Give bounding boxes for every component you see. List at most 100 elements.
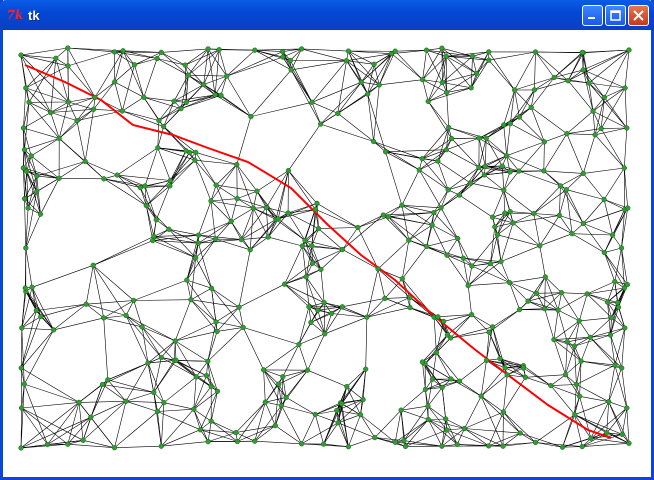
graph-node[interactable]: [272, 423, 278, 429]
graph-node[interactable]: [213, 319, 219, 325]
graph-node[interactable]: [468, 180, 474, 186]
graph-node[interactable]: [23, 85, 29, 91]
graph-node[interactable]: [498, 259, 504, 265]
graph-node[interactable]: [444, 252, 450, 258]
graph-node[interactable]: [20, 125, 27, 131]
graph-node[interactable]: [315, 226, 322, 232]
graph-node[interactable]: [622, 85, 628, 91]
graph-node[interactable]: [606, 399, 612, 405]
graph-node[interactable]: [517, 430, 523, 436]
maximize-button[interactable]: [605, 5, 626, 26]
graph-node[interactable]: [234, 438, 241, 445]
graph-node[interactable]: [501, 122, 507, 128]
graph-node[interactable]: [435, 158, 441, 164]
graph-node[interactable]: [123, 312, 129, 319]
graph-node[interactable]: [308, 319, 314, 326]
graph-node[interactable]: [500, 409, 507, 415]
graph-node[interactable]: [621, 165, 627, 171]
graph-node[interactable]: [482, 163, 488, 169]
graph-node[interactable]: [419, 156, 425, 162]
graph-node[interactable]: [309, 260, 316, 266]
graph-node[interactable]: [385, 214, 392, 220]
graph-node[interactable]: [358, 79, 364, 85]
graph-node[interactable]: [218, 92, 224, 98]
graph-node[interactable]: [429, 376, 436, 382]
graph-node[interactable]: [548, 383, 554, 389]
graph-node[interactable]: [478, 393, 484, 399]
graph-node[interactable]: [564, 131, 570, 137]
graph-node[interactable]: [376, 82, 382, 88]
graph-node[interactable]: [155, 145, 161, 151]
graph-node[interactable]: [565, 78, 571, 84]
graph-node[interactable]: [197, 427, 203, 433]
graph-node[interactable]: [18, 365, 24, 371]
graph-node[interactable]: [114, 172, 120, 178]
graph-node[interactable]: [431, 210, 437, 216]
graph-node[interactable]: [483, 357, 490, 364]
graph-node[interactable]: [619, 365, 625, 371]
graph-node[interactable]: [541, 139, 548, 145]
graph-node[interactable]: [407, 305, 413, 311]
graph-node[interactable]: [481, 172, 487, 178]
graph-node[interactable]: [82, 158, 88, 165]
graph-node[interactable]: [65, 441, 71, 447]
graph-node[interactable]: [438, 205, 444, 211]
graph-node[interactable]: [302, 237, 308, 244]
graph-node[interactable]: [619, 431, 625, 438]
graph-node[interactable]: [590, 108, 596, 114]
graph-node[interactable]: [601, 94, 608, 101]
graph-node[interactable]: [364, 314, 370, 320]
graph-node[interactable]: [516, 168, 522, 174]
graph-node[interactable]: [528, 104, 534, 111]
graph-node[interactable]: [423, 47, 430, 53]
graph-node[interactable]: [265, 234, 271, 240]
graph-node[interactable]: [469, 312, 475, 318]
graph-node[interactable]: [315, 307, 321, 313]
graph-node[interactable]: [184, 277, 190, 283]
graph-node[interactable]: [363, 366, 369, 372]
graph-node[interactable]: [276, 381, 282, 387]
graph-node[interactable]: [20, 165, 27, 171]
graph-node[interactable]: [444, 427, 450, 433]
graph-node[interactable]: [382, 295, 388, 302]
graph-node[interactable]: [119, 108, 125, 114]
graph-node[interactable]: [158, 443, 164, 449]
graph-node[interactable]: [22, 285, 28, 291]
graph-node[interactable]: [29, 284, 35, 290]
graph-node[interactable]: [507, 169, 513, 175]
graph-node[interactable]: [172, 338, 178, 344]
graph-node[interactable]: [167, 177, 173, 184]
graph-node[interactable]: [578, 358, 584, 364]
graph-node[interactable]: [609, 232, 616, 238]
graph-node[interactable]: [28, 153, 34, 159]
graph-node[interactable]: [247, 247, 253, 253]
graph-node[interactable]: [141, 94, 147, 100]
graph-node[interactable]: [123, 398, 129, 404]
graph-node[interactable]: [502, 365, 508, 371]
graph-node[interactable]: [618, 245, 625, 251]
graph-node[interactable]: [234, 161, 240, 168]
graph-node[interactable]: [233, 430, 239, 436]
graph-node[interactable]: [334, 407, 340, 414]
graph-node[interactable]: [252, 47, 258, 53]
graph-node[interactable]: [19, 405, 25, 411]
graph-node[interactable]: [542, 274, 548, 280]
graph-node[interactable]: [65, 63, 71, 69]
graph-node[interactable]: [542, 306, 548, 312]
graph-node[interactable]: [448, 376, 454, 382]
graph-node[interactable]: [161, 124, 167, 130]
graph-node[interactable]: [185, 72, 191, 78]
graph-node[interactable]: [236, 304, 242, 310]
graph-node[interactable]: [195, 240, 202, 246]
graph-node[interactable]: [383, 149, 389, 155]
graph-node[interactable]: [83, 301, 89, 307]
graph-node[interactable]: [26, 99, 32, 105]
graph-node[interactable]: [612, 279, 618, 285]
graph-node[interactable]: [494, 232, 501, 238]
graph-node[interactable]: [420, 77, 426, 83]
graph-node[interactable]: [282, 281, 288, 287]
graph-node[interactable]: [345, 48, 352, 54]
graph-node[interactable]: [604, 299, 611, 305]
graph-node[interactable]: [586, 80, 592, 86]
graph-node[interactable]: [573, 381, 580, 388]
